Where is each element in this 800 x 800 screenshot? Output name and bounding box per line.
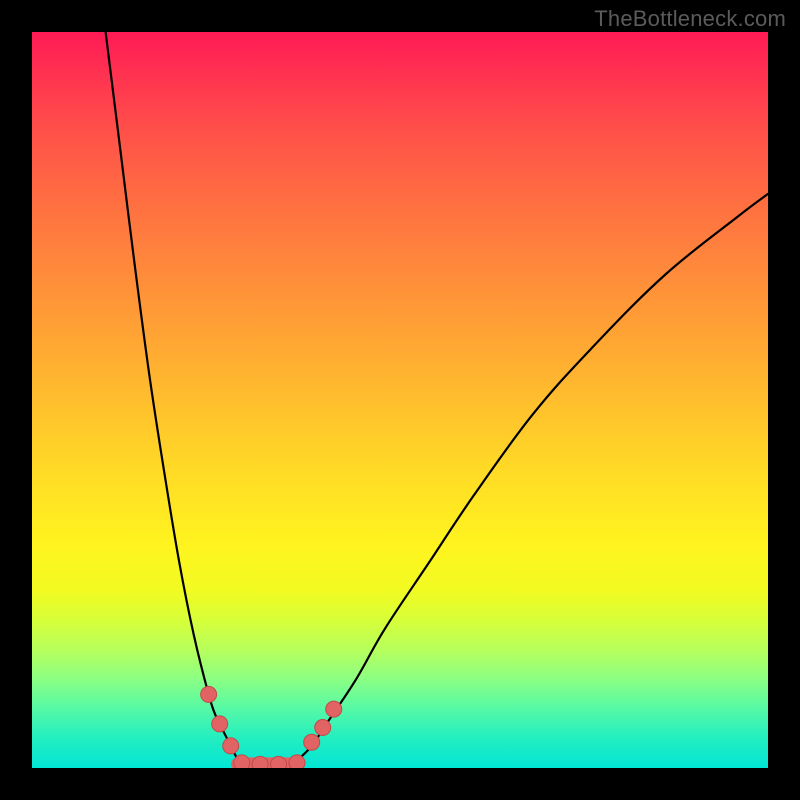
plot-area [32,32,768,768]
datapoint [212,716,228,732]
datapoint [271,756,287,768]
datapoint [315,720,331,736]
curve-left-branch [106,32,238,761]
chart-svg [32,32,768,768]
datapoint [304,734,320,750]
datapoint [289,755,305,768]
datapoint [234,755,250,768]
watermark-text: TheBottleneck.com [594,6,786,32]
chart-frame: TheBottleneck.com [0,0,800,800]
curve-right-branch [297,194,768,761]
datapoint [223,738,239,754]
datapoint [326,701,342,717]
datapoints-group [201,686,342,768]
datapoint [201,686,217,702]
datapoint [252,756,268,768]
